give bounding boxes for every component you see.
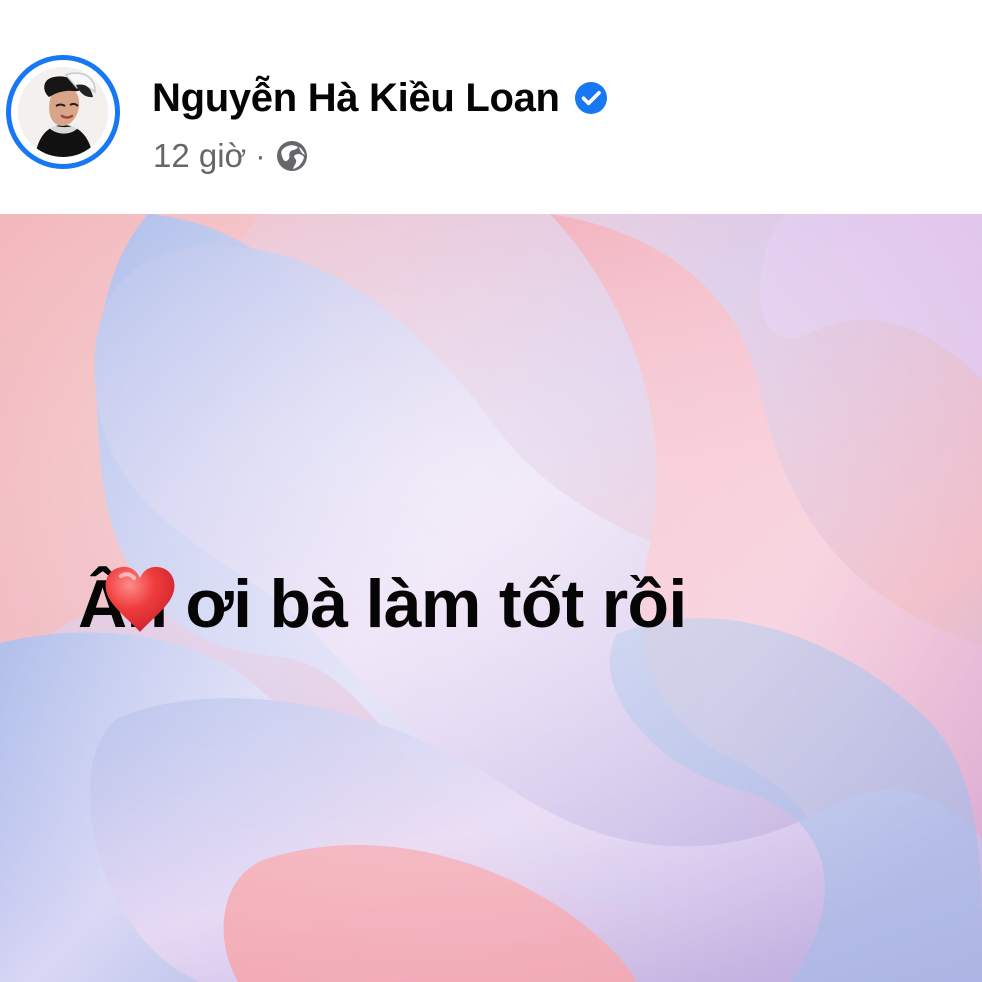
red-heart-icon xyxy=(105,566,175,632)
post-meta: 12 giờ · xyxy=(153,134,309,178)
profile-avatar-ring[interactable] xyxy=(6,55,120,169)
post-background-image: Ân ơi bà làm tốt rồi xyxy=(0,214,982,982)
post-header: Nguyễn Hà Kiều Loan 12 giờ · xyxy=(0,0,982,214)
author-name[interactable]: Nguyễn Hà Kiều Loan xyxy=(152,76,560,121)
meta-separator: · xyxy=(255,138,266,173)
post-message-row: Ân ơi bà làm tốt rồi xyxy=(78,564,982,644)
author-row: Nguyễn Hà Kiều Loan xyxy=(152,70,608,126)
profile-avatar[interactable] xyxy=(18,67,108,157)
facebook-post: Nguyễn Hà Kiều Loan 12 giờ · Ân ơi bà là… xyxy=(0,0,982,982)
globe-icon[interactable] xyxy=(275,139,309,173)
verified-badge-icon xyxy=(574,82,607,114)
post-timestamp[interactable]: 12 giờ xyxy=(153,137,246,175)
